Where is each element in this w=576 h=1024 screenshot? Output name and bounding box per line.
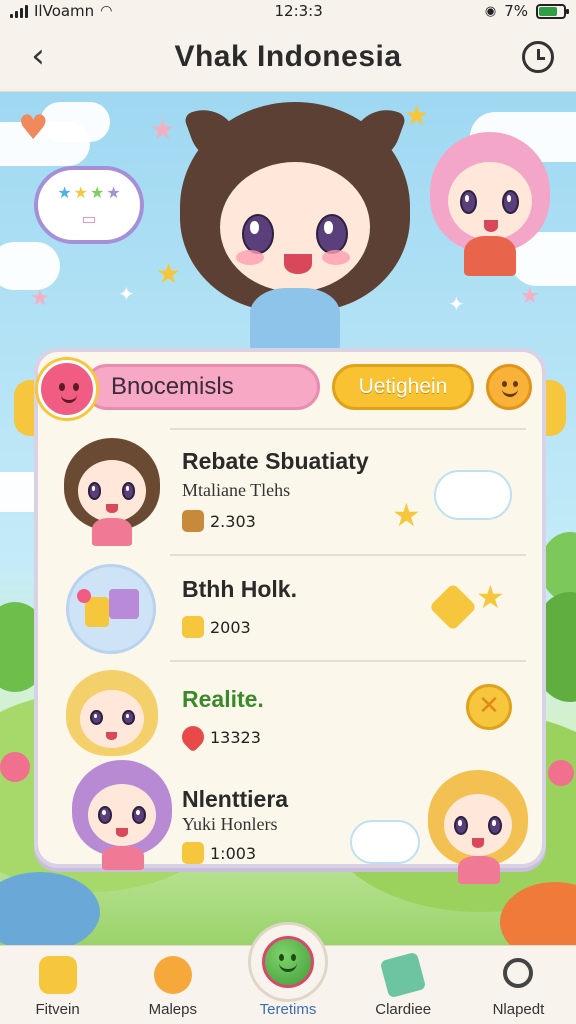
search-label: Bnocemisls (111, 373, 234, 400)
row-title: Rebate Sbuatiaty (182, 448, 369, 474)
heart-icon: ♥ (18, 108, 49, 148)
row-subtitle: Yuki Honlers (182, 814, 278, 834)
center-mascot-icon[interactable] (262, 936, 314, 988)
nav-label: Maleps (148, 1001, 197, 1018)
list-item[interactable]: Rebate Sbuatiaty Mtaliane Tlehs 2.303 ★ (50, 430, 528, 550)
orange-hair-avatar (428, 770, 528, 890)
envelope-icon: ▭ (81, 208, 97, 228)
row-title: Realite. (182, 686, 264, 712)
star-icon: ★ (520, 284, 540, 309)
star-icon: ★ (156, 257, 182, 290)
brown-hair-avatar (64, 438, 160, 548)
wifi-icon: ◠ (100, 3, 113, 19)
status-right: ◉ 7% (484, 2, 569, 20)
search-icon (503, 958, 534, 988)
back-arrow-icon[interactable]: ‹ (20, 39, 56, 75)
flower-deco (548, 760, 574, 786)
trophy-icon (38, 956, 77, 994)
cloud-face-icon (434, 470, 512, 520)
row-count: 2003 (210, 618, 251, 637)
flower-deco (0, 752, 30, 782)
speech-bubble: ★ ★ ★ ★ ▭ (34, 166, 144, 244)
search-field[interactable]: Bnocemisls (84, 364, 320, 410)
blonde-avatar (66, 670, 158, 766)
heart-icon (177, 721, 209, 753)
puzzle-icon (182, 616, 204, 638)
battery-icon (535, 3, 569, 19)
row-count: 2.303 (210, 512, 256, 531)
cloud-face-icon (350, 820, 420, 864)
nav-item-nlapedt[interactable]: Nlapedt (461, 946, 576, 1024)
nav-item-fitvein[interactable]: Fitvein (0, 946, 115, 1024)
battery-level (538, 6, 558, 16)
star-icon: ★ (30, 286, 50, 311)
history-icon[interactable] (522, 41, 554, 73)
clock: 12:3:3 (274, 2, 323, 20)
row-count: 13323 (210, 728, 261, 747)
star-icon: ★ (90, 182, 105, 202)
nav-label: Teretims (259, 1001, 317, 1018)
items-thumbnail (66, 564, 156, 654)
nav-label: Fitvein (35, 1001, 80, 1018)
app-header: ‹ Vhak Indonesia (0, 22, 576, 92)
carrier-name: IlVoamn (34, 2, 95, 20)
nav-label: Clardiee (375, 1001, 432, 1018)
star-icon: ★ (73, 182, 88, 202)
list-item[interactable]: Nlenttiera Yuki Honlers 1:003 (50, 760, 528, 884)
star-icon: ★ (392, 496, 421, 534)
star-icon: ★ (150, 113, 176, 146)
hero-character (180, 100, 410, 352)
signal-icon (10, 4, 28, 18)
cloud (40, 102, 110, 142)
sparkle-icon: ✦ (448, 292, 465, 316)
nav-label: Nlapedt (492, 1001, 545, 1018)
cloud (0, 242, 60, 290)
action-button-label: Uetighein (358, 375, 448, 398)
coin-icon (182, 842, 204, 864)
row-count: 1:003 (210, 844, 257, 863)
status-bar: IlVoamn ◠ 12:3:3 ◉ 7% (0, 0, 576, 22)
battery-percent: 7% (504, 2, 528, 20)
star-icon: ★ (106, 182, 121, 202)
action-button[interactable]: Uetighein (332, 364, 474, 410)
list-item[interactable]: Bthh Holk. 2003 ★ (50, 556, 528, 676)
row-subtitle: Mtaliane Tlehs (182, 480, 291, 500)
purple-hair-avatar (72, 760, 172, 870)
close-coin-icon: ✕ (466, 684, 512, 730)
nav-item-maleps[interactable]: Maleps (115, 946, 230, 1024)
box-icon (182, 510, 204, 532)
sparkle-icon: ✦ (118, 282, 135, 306)
envelope-icon (379, 951, 427, 999)
smiley-button-icon[interactable] (486, 364, 532, 410)
star-icon: ★ (57, 182, 72, 202)
pink-character (430, 132, 550, 282)
puzzle-star-icon: ★ (428, 578, 512, 632)
location-icon: ◉ (484, 3, 497, 19)
nav-item-clardiee[interactable]: Clardiee (346, 946, 461, 1024)
row-title: Bthh Holk. (182, 576, 297, 602)
status-left: IlVoamn ◠ (10, 2, 112, 20)
mascot-badge-icon (38, 360, 96, 418)
smiley-icon (153, 956, 192, 994)
page-title: Vhak Indonesia (174, 39, 402, 73)
row-title: Nlenttiera (182, 786, 289, 812)
